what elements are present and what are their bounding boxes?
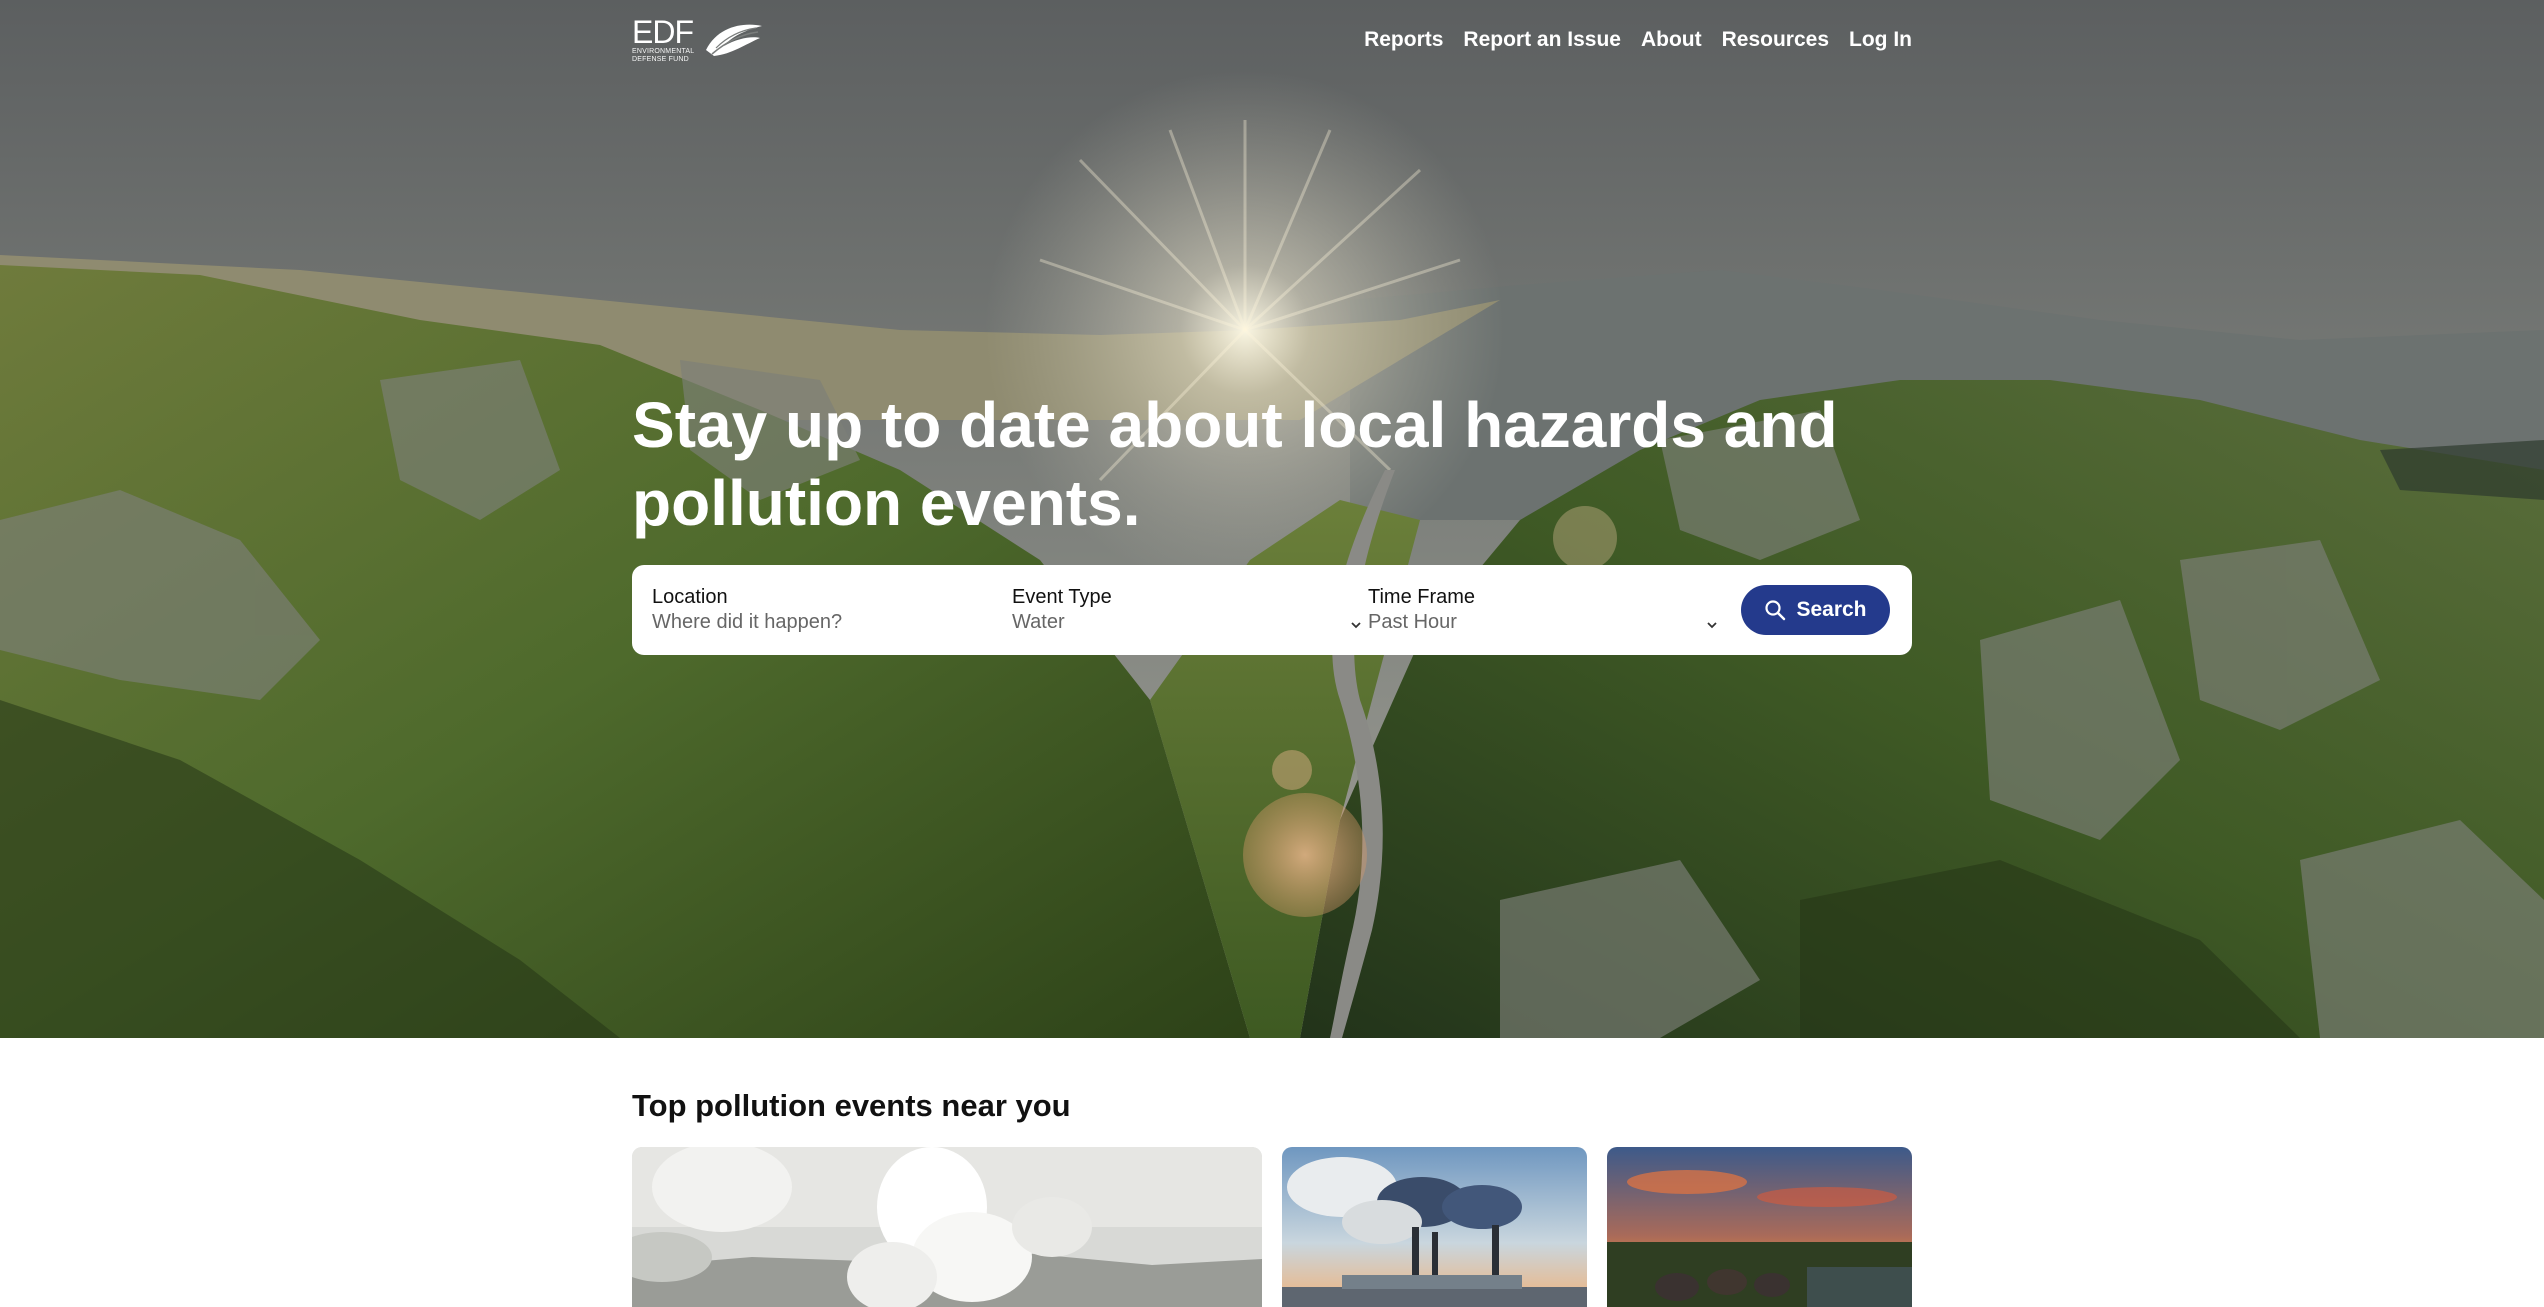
event-card[interactable] [632, 1147, 1262, 1307]
event-card[interactable] [1607, 1147, 1912, 1307]
logo-mark: EDF [632, 14, 694, 50]
location-input[interactable]: Where did it happen? [652, 609, 992, 635]
time-frame-value[interactable]: Past Hour [1368, 609, 1728, 635]
main-nav: Reports Report an Issue About Resources … [1364, 28, 1912, 52]
nav-report-an-issue[interactable]: Report an Issue [1463, 28, 1621, 52]
nav-log-in[interactable]: Log In [1849, 28, 1912, 52]
event-type-label: Event Type [1012, 586, 1112, 608]
event-type-select[interactable]: Event Type Water [1012, 585, 1362, 635]
nav-reports[interactable]: Reports [1364, 28, 1443, 52]
hero-headline: Stay up to date about local hazards and … [632, 389, 1838, 539]
location-field[interactable]: Location Where did it happen? [652, 585, 992, 635]
hero-section: EDF ENVIRONMENTAL DEFENSE FUND Reports R… [0, 0, 2544, 1038]
logo-wordmark: EDF ENVIRONMENTAL DEFENSE FUND [632, 16, 700, 64]
logo-subtext: ENVIRONMENTAL DEFENSE FUND [632, 48, 695, 63]
chevron-down-icon[interactable] [1706, 619, 1718, 631]
time-frame-select[interactable]: Time Frame Past Hour [1368, 585, 1728, 635]
location-label: Location [652, 586, 728, 608]
time-frame-label: Time Frame [1368, 586, 1476, 608]
chevron-down-icon[interactable] [1350, 619, 1362, 631]
edf-logo[interactable]: EDF ENVIRONMENTAL DEFENSE FUND [632, 16, 764, 64]
event-card-image-smoke [632, 1147, 1262, 1307]
search-bar: Location Where did it happen? Event Type… [632, 565, 1912, 655]
search-button[interactable]: Search [1741, 585, 1890, 635]
event-type-value[interactable]: Water [1012, 609, 1362, 635]
search-icon [1765, 600, 1786, 621]
section-title-top-events: Top pollution events near you [632, 1088, 1071, 1123]
event-card-image-sunset-pipes [1607, 1147, 1912, 1307]
event-card[interactable] [1282, 1147, 1587, 1307]
event-card-image-factory [1282, 1147, 1587, 1307]
nav-resources[interactable]: Resources [1722, 28, 1829, 52]
top-navigation: EDF ENVIRONMENTAL DEFENSE FUND Reports R… [632, 0, 1912, 88]
nav-about[interactable]: About [1641, 28, 1702, 52]
search-button-label: Search [1796, 598, 1867, 621]
edf-leaf-icon [706, 24, 762, 56]
